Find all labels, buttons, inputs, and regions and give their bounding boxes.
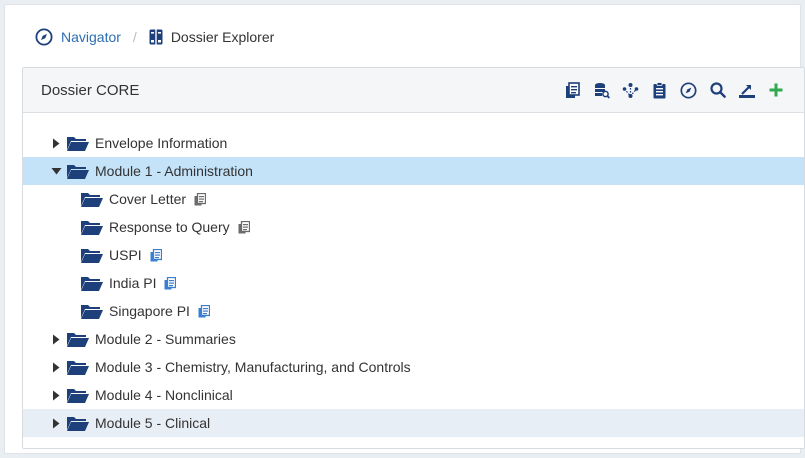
tree-item-envelope-information[interactable]: Envelope Information [23,129,804,157]
tree-item-uspi[interactable]: USPI [23,241,804,269]
compass-icon [35,28,53,46]
tree-item-label: Module 4 - Nonclinical [95,387,233,403]
folder-icon [67,332,89,347]
tree-item-module-2[interactable]: Module 2 - Summaries [23,325,804,353]
tree-item-response-to-query[interactable]: Response to Query [23,213,804,241]
tree-item-cover-letter[interactable]: Cover Letter [23,185,804,213]
tree-item-module-4[interactable]: Module 4 - Nonclinical [23,381,804,409]
clipboard-button[interactable] [645,78,674,102]
search-icon [709,82,726,98]
folder-icon [67,416,89,431]
breadcrumb: Navigator / Dossier Explorer [35,25,274,49]
hierarchy-icon [622,82,639,98]
breadcrumb-current: Dossier Explorer [149,29,274,45]
breadcrumb-navigator-link[interactable]: Navigator [35,28,121,46]
documents-blue-icon[interactable] [198,304,210,318]
folder-icon [81,220,103,235]
dossier-panel: Dossier CORE Envelope Information Module… [22,67,805,449]
add-button[interactable] [761,78,790,102]
tree-item-label: Module 5 - Clinical [95,415,211,431]
hierarchy-button[interactable] [616,78,645,102]
tree-item-label: Cover Letter [109,191,187,207]
clipboard-icon [653,81,666,98]
add-icon [769,83,782,97]
tree-item-label: India PI [109,275,157,291]
panel-header: Dossier CORE [23,68,804,113]
documents-blue-icon[interactable] [164,276,177,290]
navigator-button[interactable] [674,78,703,102]
search-button[interactable] [703,78,732,102]
tree-item-label: Module 2 - Summaries [95,331,236,347]
tree-item-india-pi[interactable]: India PI [23,269,804,297]
expand-caret-icon[interactable] [49,332,63,346]
main-card: Navigator / Dossier Explorer Dossier COR… [4,4,805,454]
tree-item-label: Singapore PI [109,303,190,319]
tree-item-module-1[interactable]: Module 1 - Administration [23,157,804,185]
compass-icon [680,81,697,99]
panel-title: Dossier CORE [41,81,140,99]
folder-icon [67,388,89,403]
database-search-button[interactable] [587,78,616,102]
breadcrumb-navigator-label: Navigator [61,29,121,45]
dossier-tree: Envelope Information Module 1 - Administ… [23,113,804,437]
tree-item-label: Module 1 - Administration [95,163,253,179]
documents-button[interactable] [558,78,587,102]
documents-blue-icon[interactable] [150,248,162,262]
expand-caret-icon[interactable] [49,360,63,374]
expand-caret-icon[interactable] [49,416,63,430]
folder-icon [81,192,103,207]
tree-item-label: Envelope Information [95,135,228,151]
toolbar [558,78,790,102]
tree-item-label: Module 3 - Chemistry, Manufacturing, and… [95,359,411,375]
documents-gray-icon[interactable] [194,192,207,206]
tree-item-module-5[interactable]: Module 5 - Clinical [23,409,804,437]
folder-icon [67,360,89,375]
folder-icon [81,276,103,291]
tree-item-module-3[interactable]: Module 3 - Chemistry, Manufacturing, and… [23,353,804,381]
export-button[interactable] [732,78,761,102]
folder-open-icon [67,164,89,179]
tree-item-singapore-pi[interactable]: Singapore PI [23,297,804,325]
folder-icon [81,304,103,319]
breadcrumb-current-label: Dossier Explorer [170,29,275,45]
collapse-caret-icon[interactable] [49,164,63,178]
export-icon [738,84,755,98]
database-search-icon [594,82,610,99]
documents-icon [565,81,580,98]
documents-gray-icon[interactable] [238,220,250,234]
dossier-icon [149,29,163,45]
tree-item-label: Response to Query [109,219,230,235]
folder-icon [81,248,103,263]
tree-item-label: USPI [109,247,142,263]
breadcrumb-separator: / [132,29,137,45]
expand-caret-icon[interactable] [49,388,63,402]
expand-caret-icon[interactable] [49,136,63,150]
folder-icon [67,136,89,151]
